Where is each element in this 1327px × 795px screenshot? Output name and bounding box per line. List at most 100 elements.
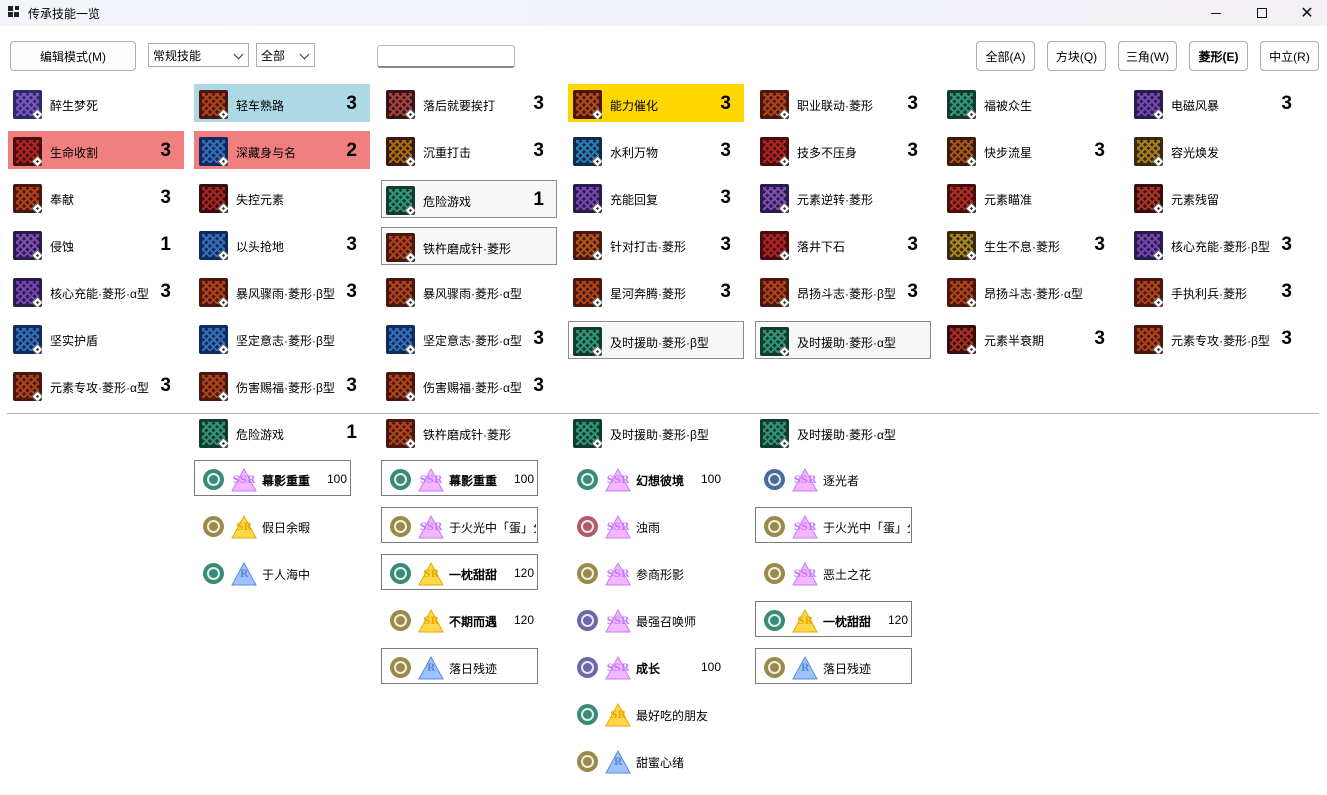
skill-level: 3 — [346, 281, 357, 302]
memory-card[interactable]: SSR 幕影重重 100 — [381, 460, 538, 496]
skill-card[interactable]: 以头抢地 3 — [194, 225, 370, 263]
skill-card[interactable]: 容光焕发 — [1129, 131, 1305, 169]
skill-card[interactable]: 伤害赐福·菱形·β型 3 — [194, 366, 370, 404]
skill-card[interactable]: 沉重打击 3 — [381, 131, 557, 169]
memory-card[interactable]: SSR 浊雨 — [568, 507, 725, 543]
detail-skill-card[interactable]: 危险游戏 1 — [194, 413, 370, 451]
skill-card[interactable]: 元素半衰期 3 — [942, 319, 1118, 357]
skill-card[interactable]: 充能回复 3 — [568, 178, 744, 216]
memory-card[interactable]: SR 不期而遇 120 — [381, 601, 538, 637]
skill-card[interactable]: 生命收割 3 — [8, 131, 184, 169]
skill-card[interactable]: 福被众生 — [942, 84, 1118, 122]
detail-skill-card[interactable]: 铁杵磨成针·菱形 — [381, 413, 557, 451]
skill-card[interactable]: 元素专攻·菱形·β型 3 — [1129, 319, 1305, 357]
skill-label: 昂扬斗志·菱形·β型 — [797, 287, 896, 301]
skill-card[interactable]: 昂扬斗志·菱形·β型 3 — [755, 272, 931, 310]
memory-card[interactable]: SSR 参商形影 — [568, 554, 725, 590]
memory-card[interactable]: R 于人海中 — [194, 554, 351, 590]
skill-card[interactable]: 坚定意志·菱形·α型 3 — [381, 319, 557, 357]
skill-label: 奉献 — [50, 193, 75, 207]
skill-card[interactable]: 昂扬斗志·菱形·α型 — [942, 272, 1118, 310]
skill-card[interactable]: 暴风骤雨·菱形·α型 — [381, 272, 557, 310]
skill-card[interactable]: 暴风骤雨·菱形·β型 3 — [194, 272, 370, 310]
memory-card[interactable]: SSR 幕影重重 100 — [194, 460, 351, 496]
skill-card[interactable]: 水利万物 3 — [568, 131, 744, 169]
memory-card[interactable]: R 落日残迹 — [755, 648, 912, 684]
skill-card[interactable]: 轻车熟路 3 — [194, 84, 370, 122]
memory-card[interactable]: SSR 成长 100 — [568, 648, 725, 684]
skill-card[interactable]: 职业联动·菱形 3 — [755, 84, 931, 122]
skill-level: 3 — [346, 93, 357, 114]
minimize-button[interactable] — [1193, 0, 1239, 26]
detail-skill-card[interactable]: 及时援助·菱形·β型 — [568, 413, 744, 451]
close-icon: ✕ — [1300, 5, 1314, 22]
skill-card[interactable]: 星河奔腾·菱形 3 — [568, 272, 744, 310]
skill-card[interactable]: 失控元素 — [194, 178, 370, 216]
skill-card[interactable]: 生生不息·菱形 3 — [942, 225, 1118, 263]
scope-select[interactable]: 全部 — [256, 43, 315, 67]
green-type-icon — [203, 563, 224, 584]
skill-label: 生命收割 — [50, 146, 99, 160]
edit-mode-button[interactable]: 编辑模式(M) — [10, 41, 136, 71]
skill-type-select[interactable]: 常规技能 — [148, 43, 249, 67]
skill-label: 铁杵磨成针·菱形 — [423, 242, 511, 256]
memory-card[interactable]: R 落日残迹 — [381, 648, 538, 684]
memory-card[interactable]: SSR 最强召唤师 — [568, 601, 725, 637]
skill-card[interactable]: 及时援助·菱形·α型 — [755, 321, 931, 359]
skill-card[interactable]: 元素逆转·菱形 — [755, 178, 931, 216]
rarity-label: SSR — [606, 663, 630, 674]
memory-card[interactable]: SSR 于火光中「蛋」分 — [755, 507, 912, 543]
memory-card[interactable]: SSR 于火光中「蛋」分 — [381, 507, 538, 543]
skill-card[interactable]: 手执利兵·菱形 3 — [1129, 272, 1305, 310]
title-bar: 传承技能一览 ✕ — [0, 0, 1327, 26]
skill-card[interactable]: 能力催化 3 — [568, 84, 744, 122]
skill-card[interactable]: 核心充能·菱形·α型 3 — [8, 272, 184, 310]
skill-card[interactable]: 电磁风暴 3 — [1129, 84, 1305, 122]
filter-triangle-button[interactable]: 三角(W) — [1118, 41, 1177, 71]
skill-label: 职业联动·菱形 — [797, 99, 873, 113]
skill-card[interactable]: 危险游戏 1 — [381, 180, 557, 218]
skill-card[interactable]: 坚定意志·菱形·β型 — [194, 319, 370, 357]
memory-card[interactable]: SR 一枕甜甜 120 — [755, 601, 912, 637]
filter-diamond-button[interactable]: 菱形(E) — [1189, 41, 1248, 71]
skill-card[interactable]: 奉献 3 — [8, 178, 184, 216]
filter-all-button[interactable]: 全部(A) — [976, 41, 1035, 71]
green-type-icon — [203, 469, 224, 490]
skill-label: 针对打击·菱形 — [610, 240, 686, 254]
skill-card[interactable]: 元素瞄准 — [942, 178, 1118, 216]
skill-card[interactable]: 针对打击·菱形 3 — [568, 225, 744, 263]
skill-card[interactable]: 落井下石 3 — [755, 225, 931, 263]
skill-icon — [1134, 184, 1163, 213]
memory-card[interactable]: SR 假日余暇 — [194, 507, 351, 543]
detail-skill-card[interactable]: 及时援助·菱形·α型 — [755, 413, 931, 451]
skill-label: 铁杵磨成针·菱形 — [423, 428, 511, 442]
skill-card[interactable]: 坚实护盾 — [8, 319, 184, 357]
filter-square-button[interactable]: 方块(Q) — [1047, 41, 1106, 71]
skill-card[interactable]: 醉生梦死 — [8, 84, 184, 122]
skill-card[interactable]: 技多不压身 3 — [755, 131, 931, 169]
memory-card[interactable]: SSR 逐光者 — [755, 460, 912, 496]
skill-card[interactable]: 深藏身与名 2 — [194, 131, 370, 169]
skill-card[interactable]: 侵蚀 1 — [8, 225, 184, 263]
skill-card[interactable]: 铁杵磨成针·菱形 — [381, 227, 557, 265]
maximize-button[interactable] — [1239, 0, 1285, 26]
skill-card[interactable]: 及时援助·菱形·β型 — [568, 321, 744, 359]
search-input[interactable] — [377, 45, 515, 68]
memory-card[interactable]: SR 最好吃的朋友 — [568, 695, 725, 731]
skill-label: 技多不压身 — [797, 146, 858, 160]
close-button[interactable]: ✕ — [1284, 0, 1327, 26]
green-type-icon — [390, 563, 411, 584]
skill-card[interactable]: 核心充能·菱形·β型 3 — [1129, 225, 1305, 263]
skill-card[interactable]: 伤害赐福·菱形·α型 3 — [381, 366, 557, 404]
filter-neutral-button[interactable]: 中立(R) — [1260, 41, 1319, 71]
memory-card[interactable]: SSR 恶土之花 — [755, 554, 912, 590]
memory-card[interactable]: SSR 幻想彼境 100 — [568, 460, 725, 496]
skill-card[interactable]: 元素专攻·菱形·α型 3 — [8, 366, 184, 404]
skill-level: 3 — [160, 375, 171, 396]
skill-card[interactable]: 落后就要挨打 3 — [381, 84, 557, 122]
skill-card[interactable]: 快步流星 3 — [942, 131, 1118, 169]
skill-card[interactable]: 元素残留 — [1129, 178, 1305, 216]
memory-card[interactable]: R 甜蜜心绪 — [568, 742, 725, 778]
memory-card[interactable]: SR 一枕甜甜 120 — [381, 554, 538, 590]
card-name: 幻想彼境 — [636, 474, 685, 488]
